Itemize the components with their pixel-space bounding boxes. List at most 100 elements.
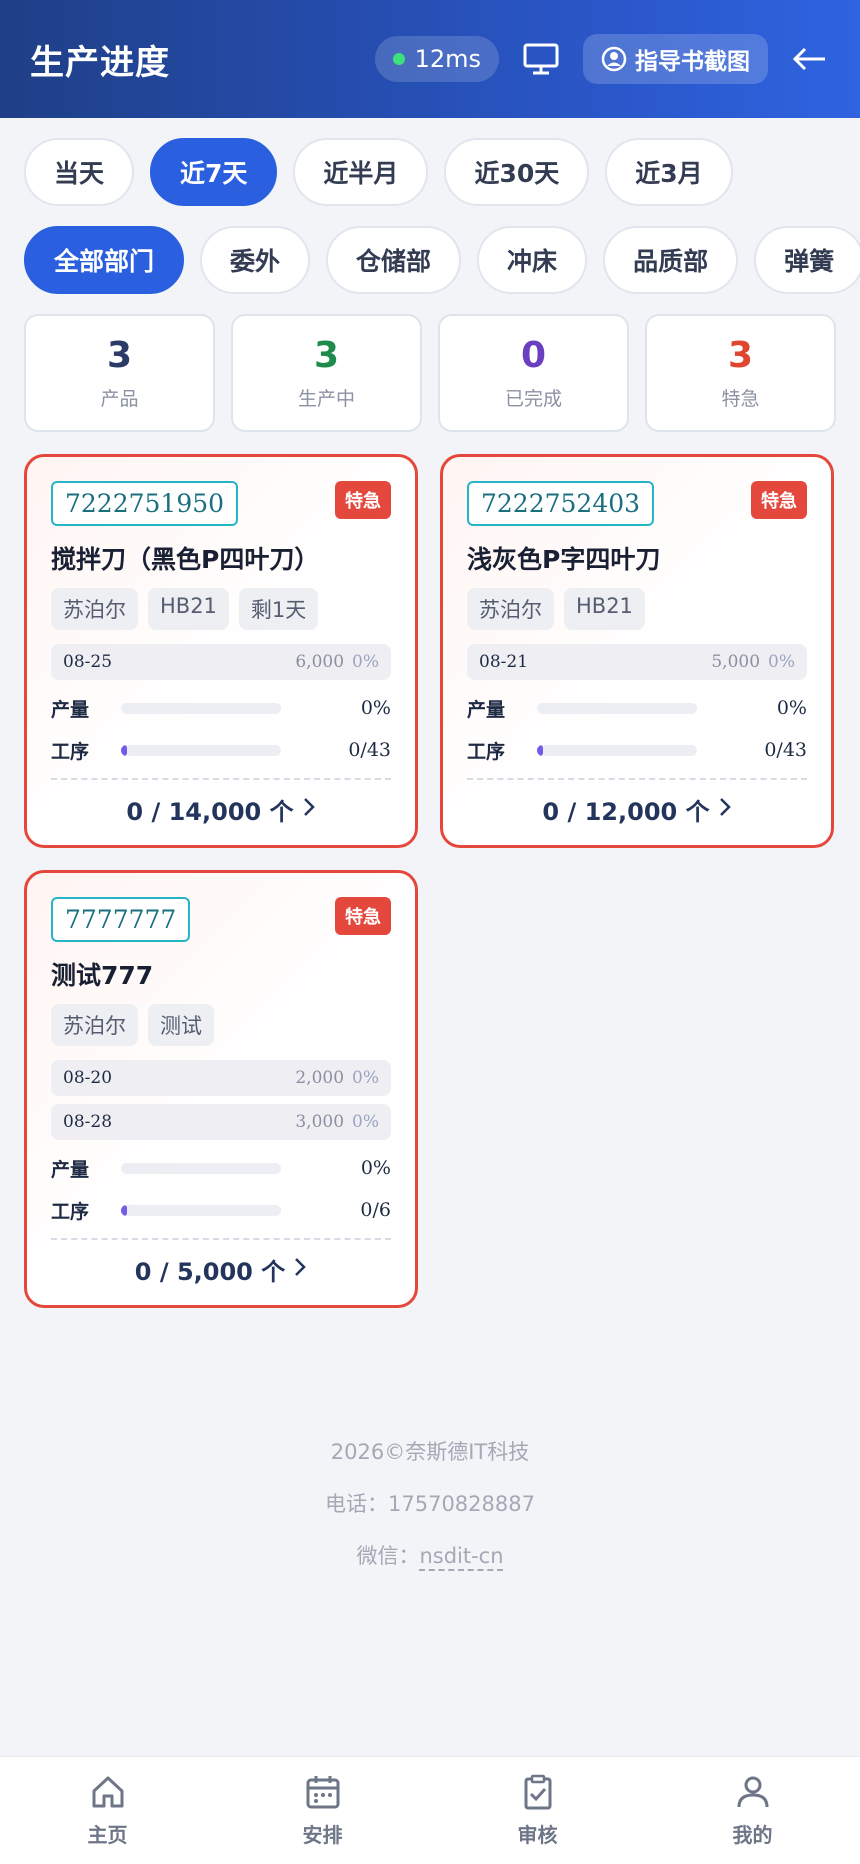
stat-label: 生产中: [297, 388, 355, 410]
product-name: 浅灰色P字四叶刀: [467, 545, 661, 574]
product-card[interactable]: 7222751950 特急 搅拌刀（黑色P四叶刀） 苏泊尔 HB21 剩1天 08-25 6,…: [24, 454, 418, 848]
metric-value: 0/43: [348, 739, 391, 761]
order-qty: 2,000: [295, 1068, 345, 1088]
back-arrow-icon[interactable]: [790, 39, 830, 79]
time-filter-chip[interactable]: 近3月: [605, 138, 733, 206]
tab-clipboard-check[interactable]: 审核: [430, 1757, 645, 1864]
progress-bar: [121, 1162, 281, 1174]
stat-value: 3: [313, 335, 340, 376]
urgent-badge: 特急: [751, 481, 807, 519]
wechat-id[interactable]: nsdit-cn: [419, 1544, 503, 1568]
department-filter-row: 全部部门 委外 仓储部 冲床 品质部 弹簧: [0, 226, 860, 294]
total-text: 0 / 14,000 个: [126, 798, 294, 826]
tab-label: 审核: [517, 1823, 558, 1847]
urgent-badge: 特急: [335, 481, 391, 519]
wechat-prefix: 微信：: [356, 1544, 420, 1568]
product-card[interactable]: 7222752403 特急 浅灰色P字四叶刀 苏泊尔 HB21 08-21 5,000 0% 产…: [440, 454, 834, 848]
stat-label: 已完成: [504, 388, 562, 410]
metric-label: 产量: [51, 1158, 90, 1181]
time-filter-chip[interactable]: 近30天: [444, 138, 590, 206]
process-metric: 工序 0/43: [467, 736, 807, 764]
order-date: 08-21: [479, 652, 529, 672]
progress-bar: [537, 702, 697, 714]
page-title: 生产进度: [30, 42, 170, 83]
tab-user[interactable]: 我的: [645, 1757, 860, 1864]
department-chip[interactable]: 全部部门: [24, 226, 185, 294]
time-filter-chip[interactable]: 近半月: [293, 138, 429, 206]
order-list: 08-25 6,000 0%: [51, 644, 391, 680]
metric-label: 工序: [51, 740, 90, 763]
tag-list: 苏泊尔 HB21 剩1天: [51, 588, 391, 630]
progress-fill: [121, 1204, 128, 1216]
order-row: 08-20 2,000 0%: [51, 1060, 391, 1096]
tag: 测试: [148, 1004, 214, 1046]
order-qty: 3,000: [295, 1112, 345, 1132]
department-chip[interactable]: 委外: [200, 226, 311, 294]
clipboard-check-icon: [519, 1773, 557, 1815]
progress-bar: [121, 744, 281, 756]
department-chip[interactable]: 品质部: [603, 226, 739, 294]
order-row: 08-21 5,000 0%: [467, 644, 807, 680]
product-card[interactable]: 7777777 特急 测试777 苏泊尔 测试 08-20 2,000 0% 08-28 3,00…: [24, 870, 418, 1308]
total-quantity[interactable]: 0 / 12,000 个: [467, 792, 807, 827]
product-name: 搅拌刀（黑色P四叶刀）: [51, 545, 320, 574]
progress-fill: [121, 744, 128, 756]
tag: HB21: [148, 588, 229, 630]
stat-value: 3: [106, 335, 133, 376]
divider: [467, 778, 807, 780]
divider: [51, 1238, 391, 1240]
tab-label: 安排: [302, 1823, 343, 1847]
chevron-right-icon: [293, 1256, 307, 1284]
calendar-icon: [304, 1773, 342, 1815]
user-circle-icon: [601, 46, 627, 72]
order-row: 08-25 6,000 0%: [51, 644, 391, 680]
time-filter-chip[interactable]: 当天: [24, 138, 135, 206]
tab-label: 主页: [87, 1823, 128, 1847]
order-date: 08-28: [63, 1112, 113, 1132]
department-chip[interactable]: 仓储部: [326, 226, 462, 294]
department-chip[interactable]: 冲床: [477, 226, 588, 294]
tab-calendar[interactable]: 安排: [215, 1757, 430, 1864]
divider: [51, 778, 391, 780]
footer-copyright: 2026©奈斯德IT科技: [330, 1440, 530, 1464]
time-filter-chip[interactable]: 近7天: [150, 138, 278, 206]
order-row: 08-28 3,000 0%: [51, 1104, 391, 1140]
order-pct: 0%: [768, 652, 795, 672]
order-pct: 0%: [352, 1068, 379, 1088]
stat-value: 0: [520, 335, 547, 376]
order-list: 08-21 5,000 0%: [467, 644, 807, 680]
order-date: 08-20: [63, 1068, 113, 1088]
tab-home[interactable]: 主页: [0, 1757, 215, 1864]
monitor-icon[interactable]: [521, 39, 561, 79]
urgent-badge: 特急: [335, 897, 391, 935]
total-quantity[interactable]: 0 / 5,000 个: [51, 1252, 391, 1287]
product-name: 测试777: [51, 961, 154, 990]
stat-value: 3: [727, 335, 754, 376]
metric-label: 工序: [467, 740, 506, 763]
total-quantity[interactable]: 0 / 14,000 个: [51, 792, 391, 827]
stat-box[interactable]: 3 生产中: [231, 314, 422, 432]
tag-list: 苏泊尔 HB21: [467, 588, 807, 630]
product-code: 7222751950: [51, 481, 239, 526]
progress-bar: [121, 1204, 281, 1216]
output-metric: 产量 0%: [51, 1154, 391, 1182]
output-metric: 产量 0%: [51, 694, 391, 722]
stat-box[interactable]: 3 产品: [24, 314, 215, 432]
metric-value: 0/6: [360, 1199, 391, 1221]
metric-label: 产量: [467, 698, 506, 721]
stat-label: 特急: [721, 388, 760, 410]
tag: 苏泊尔: [467, 588, 554, 630]
metric-label: 产量: [51, 698, 90, 721]
progress-bar: [537, 744, 697, 756]
guide-button-label: 指导书截图: [635, 49, 750, 75]
stat-box[interactable]: 0 已完成: [438, 314, 629, 432]
stat-box[interactable]: 3 特急: [645, 314, 836, 432]
process-metric: 工序 0/43: [51, 736, 391, 764]
total-text: 0 / 5,000 个: [134, 1258, 286, 1286]
footer-wechat: 微信：nsdit-cn: [0, 1540, 860, 1570]
chevron-right-icon: [302, 796, 316, 824]
department-chip[interactable]: 弹簧: [754, 226, 860, 294]
guide-screenshot-button[interactable]: 指导书截图: [583, 34, 768, 84]
process-metric: 工序 0/6: [51, 1196, 391, 1224]
total-text: 0 / 12,000 个: [542, 798, 710, 826]
